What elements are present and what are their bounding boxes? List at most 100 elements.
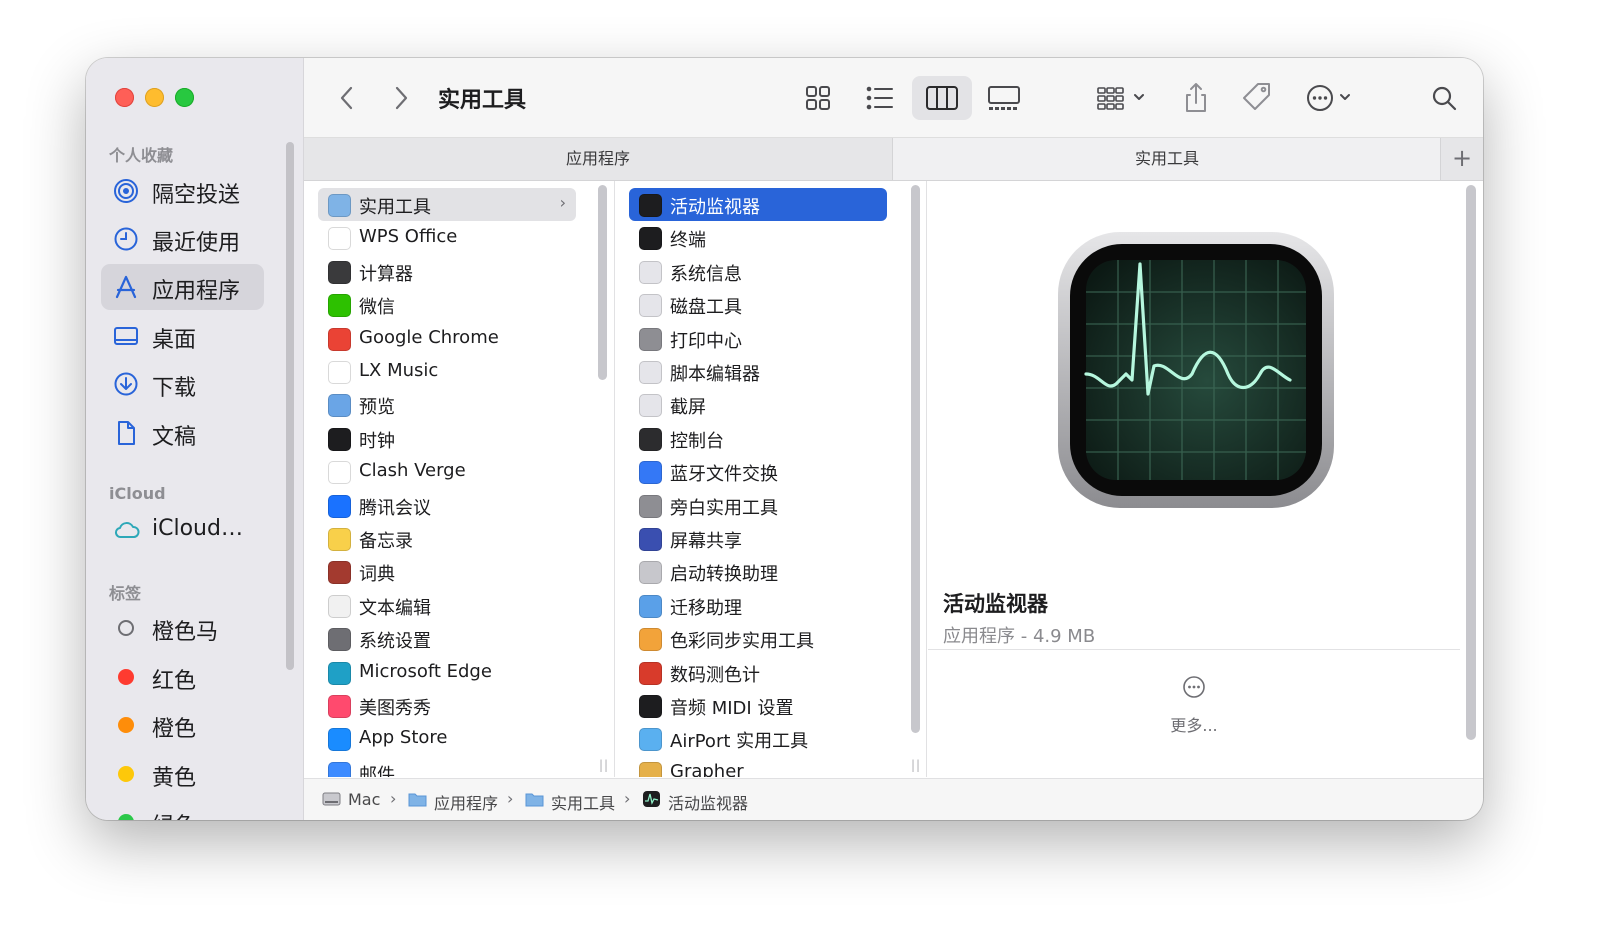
clash-icon bbox=[328, 461, 351, 485]
list-item[interactable]: 控制台 bbox=[629, 422, 887, 455]
list-item[interactable]: App Store bbox=[318, 722, 576, 755]
list-item[interactable]: 系统信息 bbox=[629, 255, 887, 288]
wechat-icon bbox=[328, 294, 351, 318]
close-window-button[interactable] bbox=[115, 88, 134, 107]
cloud-icon bbox=[114, 522, 140, 538]
list-item-label: 旁白实用工具 bbox=[670, 497, 778, 519]
list-item[interactable]: Google Chrome bbox=[318, 322, 576, 355]
back-icon[interactable] bbox=[332, 76, 362, 120]
list-item[interactable]: 磁盘工具 bbox=[629, 288, 887, 321]
tag-color-dot bbox=[118, 669, 134, 685]
list-item-label: 美图秀秀 bbox=[359, 698, 431, 719]
list-item-label: 音频 MIDI 设置 bbox=[670, 698, 794, 719]
search-icon[interactable] bbox=[1424, 76, 1464, 120]
tag-icon[interactable] bbox=[1236, 76, 1276, 120]
preview-divider bbox=[928, 649, 1460, 650]
list-item[interactable]: 时钟 bbox=[318, 422, 576, 455]
list-item[interactable]: 打印中心 bbox=[629, 322, 887, 355]
wps-icon bbox=[328, 227, 351, 251]
path-item-utilities[interactable]: 实用工具 bbox=[551, 790, 615, 814]
colormeter-icon bbox=[639, 661, 662, 685]
list-item[interactable]: 美图秀秀 bbox=[318, 689, 576, 722]
share-icon[interactable] bbox=[1176, 76, 1216, 120]
list-item[interactable]: 微信 bbox=[318, 288, 576, 321]
list-item[interactable]: 词典 bbox=[318, 555, 576, 588]
window-title: 实用工具 bbox=[438, 88, 527, 113]
hard-drive-icon bbox=[322, 792, 341, 806]
path-item-applications[interactable]: 应用程序 bbox=[434, 790, 498, 814]
list-item-label: 活动监视器 bbox=[670, 197, 760, 218]
sidebar-item-label: 文稿 bbox=[152, 425, 197, 450]
gallery-view-icon[interactable] bbox=[984, 76, 1024, 120]
list-item[interactable]: 屏幕共享 bbox=[629, 522, 887, 555]
sidebar-tag-red[interactable]: 红色 bbox=[101, 654, 264, 700]
more-icon[interactable] bbox=[1182, 675, 1206, 699]
list-item[interactable]: Microsoft Edge bbox=[318, 656, 576, 689]
list-item[interactable]: 蓝牙文件交换 bbox=[629, 455, 887, 488]
sidebar-item-icloud-drive[interactable]: iCloud… bbox=[101, 507, 264, 553]
list-item[interactable]: 计算器 bbox=[318, 255, 576, 288]
sidebar-item-airdrop[interactable]: 隔空投送 bbox=[101, 168, 264, 214]
list-item[interactable]: 迁移助理 bbox=[629, 589, 887, 622]
sidebar-item-recents[interactable]: 最近使用 bbox=[101, 216, 264, 262]
add-tab-button[interactable]: + bbox=[1440, 138, 1483, 180]
tab-applications[interactable]: 应用程序 bbox=[304, 138, 893, 180]
sidebar-item-downloads[interactable]: 下载 bbox=[101, 361, 264, 407]
more-actions-icon[interactable] bbox=[1300, 76, 1360, 120]
list-item[interactable]: Grapher bbox=[629, 756, 887, 777]
clock-icon bbox=[114, 227, 138, 251]
group-icon[interactable] bbox=[1094, 76, 1154, 120]
icon-view-icon[interactable] bbox=[798, 76, 838, 120]
list-item[interactable]: 截屏 bbox=[629, 388, 887, 421]
preview-scrollbar[interactable] bbox=[1466, 185, 1476, 740]
list-item[interactable]: 旁白实用工具 bbox=[629, 489, 887, 522]
column-resize-handle[interactable]: || bbox=[599, 758, 609, 772]
sidebar-item-label: 应用程序 bbox=[152, 279, 241, 304]
list-view-icon[interactable] bbox=[860, 76, 900, 120]
column-view-icon[interactable] bbox=[912, 76, 972, 120]
column-utilities-scrollbar[interactable] bbox=[911, 185, 920, 733]
list-item[interactable]: 邮件 bbox=[318, 756, 576, 777]
list-item[interactable]: 腾讯会议 bbox=[318, 489, 576, 522]
list-item[interactable]: 色彩同步实用工具 bbox=[629, 622, 887, 655]
forward-icon[interactable] bbox=[386, 76, 416, 120]
list-item[interactable]: 文本编辑 bbox=[318, 589, 576, 622]
path-item-mac[interactable]: Mac bbox=[348, 790, 380, 809]
path-item-activity-monitor[interactable]: 活动监视器 bbox=[668, 790, 748, 814]
column-applications-scrollbar[interactable] bbox=[598, 185, 607, 380]
sidebar-item-documents[interactable]: 文稿 bbox=[101, 410, 264, 456]
zoom-window-button[interactable] bbox=[175, 88, 194, 107]
list-item[interactable]: 实用工具 › bbox=[318, 188, 576, 221]
sidebar-scrollbar[interactable] bbox=[286, 142, 294, 670]
sidebar-tag-green[interactable]: 绿色 bbox=[101, 799, 264, 820]
list-item-label: 文本编辑 bbox=[359, 597, 431, 619]
list-item[interactable]: 终端 bbox=[629, 221, 887, 254]
list-item[interactable]: 脚本编辑器 bbox=[629, 355, 887, 388]
list-item[interactable]: AirPort 实用工具 bbox=[629, 722, 887, 755]
column-resize-handle[interactable]: || bbox=[911, 758, 921, 772]
list-item[interactable]: 系统设置 bbox=[318, 622, 576, 655]
list-item[interactable]: LX Music bbox=[318, 355, 576, 388]
list-item[interactable]: 活动监视器 bbox=[629, 188, 887, 221]
sidebar-item-desktop[interactable]: 桌面 bbox=[101, 313, 264, 359]
list-item[interactable]: 备忘录 bbox=[318, 522, 576, 555]
list-item-label: 控制台 bbox=[670, 430, 724, 452]
list-item[interactable]: Clash Verge bbox=[318, 455, 576, 488]
minimize-window-button[interactable] bbox=[145, 88, 164, 107]
tag-outline-icon bbox=[118, 620, 134, 636]
tab-utilities[interactable]: 实用工具 bbox=[893, 138, 1441, 180]
list-item[interactable]: 音频 MIDI 设置 bbox=[629, 689, 887, 722]
list-item[interactable]: WPS Office bbox=[318, 221, 576, 254]
download-icon bbox=[114, 372, 138, 396]
sidebar-tag-orange-horse[interactable]: 橙色马 bbox=[101, 605, 264, 651]
path-separator-chevron: › bbox=[507, 789, 514, 808]
more-button[interactable]: 更多... bbox=[928, 712, 1460, 736]
list-item[interactable]: 数码测色计 bbox=[629, 656, 887, 689]
sidebar-tag-orange[interactable]: 橙色 bbox=[101, 702, 264, 748]
console-icon bbox=[639, 427, 662, 451]
list-item[interactable]: 预览 bbox=[318, 388, 576, 421]
bluetooth-icon bbox=[639, 461, 662, 485]
sidebar-item-applications[interactable]: 应用程序 bbox=[101, 264, 264, 310]
sidebar-tag-yellow[interactable]: 黄色 bbox=[101, 751, 264, 797]
list-item[interactable]: 启动转换助理 bbox=[629, 555, 887, 588]
